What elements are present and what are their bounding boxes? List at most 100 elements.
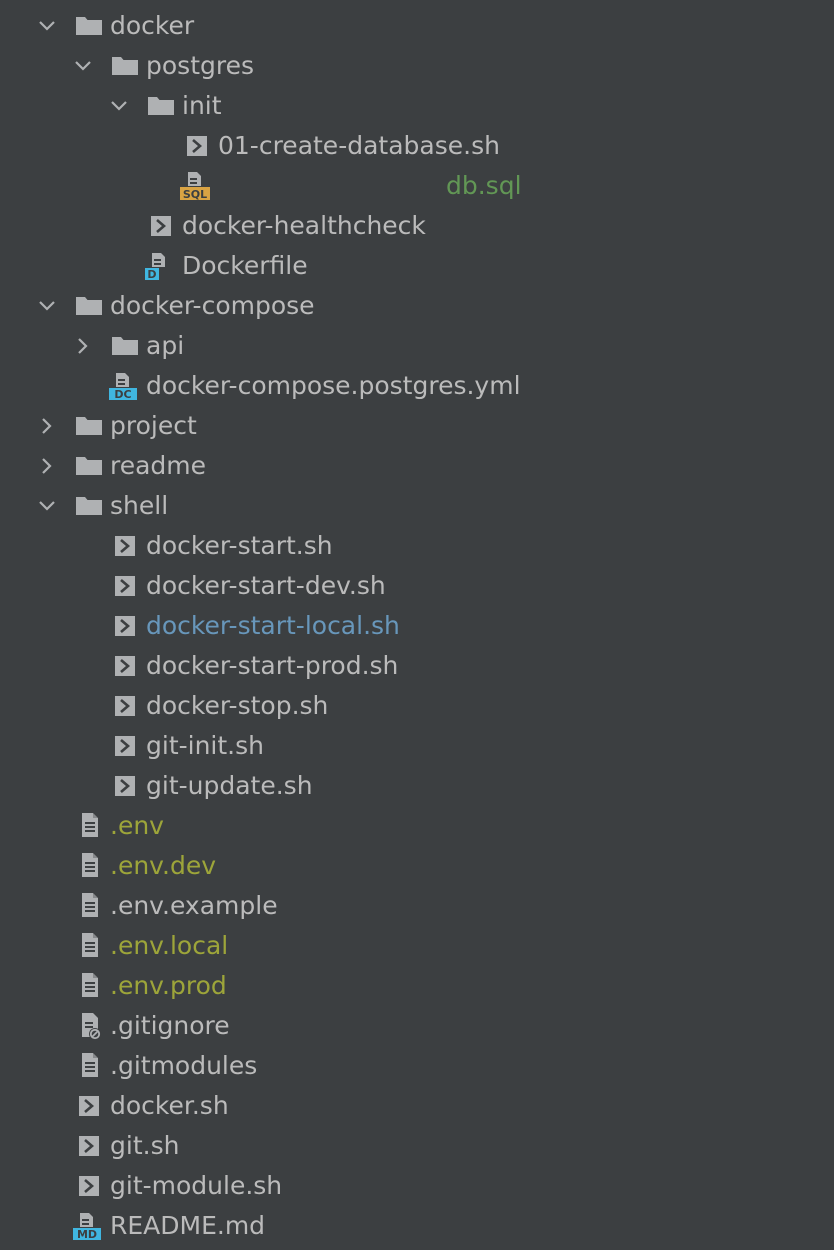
tree-folder-row[interactable]: api	[0, 326, 834, 366]
tree-item-label: docker.sh	[110, 1091, 229, 1120]
tree-item-label: api	[146, 331, 185, 360]
tree-file-row[interactable]: .env.dev	[0, 846, 834, 886]
tree-item-label: .env.prod	[110, 971, 227, 1000]
tree-file-row[interactable]: docker-start-local.sh	[0, 606, 834, 646]
tree-item-label: docker-healthcheck	[182, 211, 426, 240]
tree-file-row[interactable]: git-init.sh	[0, 726, 834, 766]
tree-folder-row[interactable]: shell	[0, 486, 834, 526]
tree-item-label: .env.dev	[110, 851, 217, 880]
tree-item-label: git-module.sh	[110, 1171, 283, 1200]
chevron-down-icon[interactable]	[35, 6, 59, 46]
folder-icon	[74, 286, 104, 326]
project-tree: docker postgres init 01-create-database.…	[0, 6, 834, 1246]
text-file-icon	[74, 846, 104, 886]
shell-script-icon	[110, 566, 140, 606]
tree-item-label: docker	[110, 11, 195, 40]
tree-file-row[interactable]: DC docker-compose.postgres.yml	[0, 366, 834, 406]
tree-item-label: .gitmodules	[110, 1051, 258, 1080]
folder-icon	[74, 446, 104, 486]
text-file-icon	[74, 886, 104, 926]
chevron-down-icon[interactable]	[71, 46, 95, 86]
chevron-down-icon[interactable]	[35, 486, 59, 526]
folder-icon	[74, 6, 104, 46]
tree-file-row[interactable]: docker-healthcheck	[0, 206, 834, 246]
tree-file-row[interactable]: .gitmodules	[0, 1046, 834, 1086]
shell-script-icon	[110, 766, 140, 806]
tree-file-row[interactable]: docker.sh	[0, 1086, 834, 1126]
tree-item-label: .env.example	[110, 891, 278, 920]
tree-item-label: Dockerfile	[182, 251, 308, 280]
tree-file-row[interactable]: git.sh	[0, 1126, 834, 1166]
tree-item-label: init	[182, 91, 222, 120]
shell-script-icon	[74, 1126, 104, 1166]
shell-script-icon	[110, 646, 140, 686]
shell-script-icon	[110, 726, 140, 766]
tree-item-label: docker-compose	[110, 291, 315, 320]
svg-text:D: D	[147, 268, 156, 281]
tree-file-row[interactable]: .env.prod	[0, 966, 834, 1006]
tree-file-row[interactable]: D Dockerfile	[0, 246, 834, 286]
tree-file-row[interactable]: MD README.md	[0, 1206, 834, 1246]
tree-item-label: 01-create-database.sh	[218, 131, 500, 160]
folder-icon	[74, 486, 104, 526]
tree-item-label: shell	[110, 491, 169, 520]
tree-item-label: docker-start-local.sh	[146, 611, 400, 640]
chevron-right-icon[interactable]	[35, 406, 59, 446]
folder-icon	[74, 406, 104, 446]
tree-item-label: git-init.sh	[146, 731, 264, 760]
tree-item-label: docker-stop.sh	[146, 691, 329, 720]
tree-file-row[interactable]: docker-start-prod.sh	[0, 646, 834, 686]
svg-text:MD: MD	[77, 1228, 97, 1241]
dockerfile-icon: D	[142, 246, 178, 286]
tree-file-row[interactable]: .env.local	[0, 926, 834, 966]
tree-folder-row[interactable]: docker-compose	[0, 286, 834, 326]
shell-script-icon	[146, 206, 176, 246]
tree-file-row[interactable]: docker-start.sh	[0, 526, 834, 566]
tree-item-label: docker-start.sh	[146, 531, 333, 560]
shell-script-icon	[182, 126, 212, 166]
tree-folder-row[interactable]: docker	[0, 6, 834, 46]
tree-folder-row[interactable]: postgres	[0, 46, 834, 86]
tree-file-row[interactable]: docker-start-dev.sh	[0, 566, 834, 606]
chevron-right-icon[interactable]	[71, 326, 95, 366]
chevron-down-icon[interactable]	[35, 286, 59, 326]
docker-compose-icon: DC	[106, 366, 142, 406]
shell-script-icon	[110, 686, 140, 726]
chevron-right-icon[interactable]	[35, 446, 59, 486]
tree-item-label: README.md	[110, 1211, 266, 1240]
tree-item-label: .env.local	[110, 931, 229, 960]
tree-folder-row[interactable]: readme	[0, 446, 834, 486]
tree-item-label: postgres	[146, 51, 254, 80]
shell-script-icon	[110, 526, 140, 566]
tree-item-label: .gitignore	[110, 1011, 230, 1040]
text-file-icon	[74, 926, 104, 966]
tree-item-label: git.sh	[110, 1131, 180, 1160]
tree-file-row[interactable]: SQL db.sql	[0, 166, 834, 206]
text-file-icon	[74, 806, 104, 846]
tree-item-label: .env	[110, 811, 164, 840]
tree-folder-row[interactable]: project	[0, 406, 834, 446]
tree-file-row[interactable]: .env.example	[0, 886, 834, 926]
svg-text:DC: DC	[114, 388, 131, 401]
tree-folder-row[interactable]: init	[0, 86, 834, 126]
tree-item-label: docker-start-dev.sh	[146, 571, 386, 600]
gitignore-file-icon	[74, 1006, 104, 1046]
shell-script-icon	[74, 1086, 104, 1126]
tree-file-row[interactable]: 01-create-database.sh	[0, 126, 834, 166]
tree-file-row[interactable]: git-module.sh	[0, 1166, 834, 1206]
folder-icon	[146, 86, 176, 126]
shell-script-icon	[110, 606, 140, 646]
svg-text:SQL: SQL	[183, 188, 207, 201]
tree-item-label: git-update.sh	[146, 771, 313, 800]
tree-item-label: docker-compose.postgres.yml	[146, 371, 521, 400]
shell-script-icon	[74, 1166, 104, 1206]
tree-item-label: db.sql	[446, 171, 522, 200]
tree-file-row[interactable]: .env	[0, 806, 834, 846]
tree-file-row[interactable]: .gitignore	[0, 1006, 834, 1046]
chevron-down-icon[interactable]	[107, 86, 131, 126]
tree-file-row[interactable]: git-update.sh	[0, 766, 834, 806]
tree-file-row[interactable]: docker-stop.sh	[0, 686, 834, 726]
markdown-file-icon: MD	[70, 1206, 106, 1246]
folder-icon	[110, 46, 140, 86]
text-file-icon	[74, 966, 104, 1006]
